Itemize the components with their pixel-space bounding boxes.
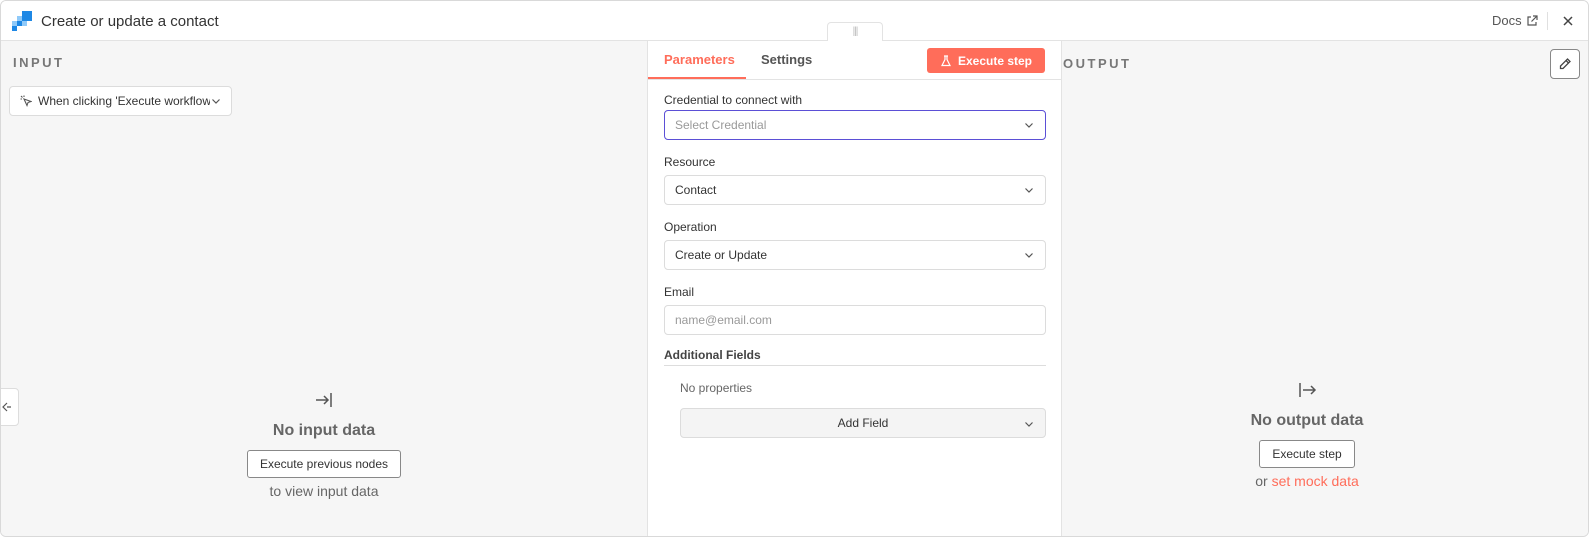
chevron-left-icon — [2, 402, 11, 412]
operation-select[interactable]: Create or Update — [664, 240, 1046, 270]
add-field-dropdown[interactable]: Add Field — [680, 408, 1046, 438]
edit-output-button[interactable] — [1550, 49, 1580, 79]
panel-drag-handle[interactable]: ||| — [827, 22, 883, 41]
set-mock-data-link[interactable]: set mock data — [1272, 473, 1359, 489]
output-empty-state: No output data Execute step or set mock … — [1232, 381, 1382, 489]
app-logo — [12, 11, 32, 31]
operation-label: Operation — [664, 220, 717, 234]
additional-fields-title: Additional Fields — [664, 348, 761, 362]
no-properties-text: No properties — [680, 381, 753, 395]
operation-value: Create or Update — [675, 248, 768, 262]
chevron-down-icon — [1025, 422, 1033, 427]
execute-step-button[interactable]: Execute step — [927, 48, 1045, 73]
resource-value: Contact — [675, 183, 717, 197]
active-tab-indicator — [648, 77, 746, 79]
input-panel-title: INPUT — [13, 55, 65, 70]
output-panel: OUTPUT No output data Execute step or se… — [1062, 41, 1588, 536]
parameters-panel: Parameters Settings Execute step Credent… — [647, 41, 1062, 536]
execute-previous-nodes-button[interactable]: Execute previous nodes — [246, 450, 402, 478]
arrow-from-bar-icon — [1299, 383, 1317, 397]
input-empty-state: No input data Execute previous nodes to … — [239, 391, 409, 499]
credential-label: Credential to connect with — [664, 93, 803, 107]
add-field-label: Add Field — [837, 416, 889, 430]
credential-select[interactable]: Select Credential — [664, 110, 1046, 140]
input-node-select[interactable]: When clicking 'Execute workflow' — [9, 86, 232, 116]
external-link-icon — [1527, 14, 1538, 26]
tabs-bar: Parameters Settings Execute step — [648, 41, 1062, 80]
output-panel-title: OUTPUT — [1063, 56, 1132, 71]
node-details-window: Create or update a contact Docs ||| INPU… — [0, 0, 1589, 537]
credential-placeholder: Select Credential — [675, 118, 767, 132]
execute-step-label: Execute step — [957, 53, 1033, 68]
resource-select[interactable]: Contact — [664, 175, 1046, 205]
email-field[interactable] — [664, 305, 1046, 335]
collapse-panel-toggle[interactable] — [1, 388, 19, 426]
chevron-down-icon — [1025, 123, 1033, 128]
window-title: Create or update a contact — [41, 13, 219, 30]
resource-label: Resource — [664, 155, 716, 169]
title-divider — [1547, 12, 1548, 30]
chevron-down-icon — [1025, 188, 1033, 193]
cursor-click-icon — [20, 95, 32, 107]
chevron-down-icon — [1025, 253, 1033, 258]
tab-parameters[interactable]: Parameters — [664, 52, 735, 67]
close-icon[interactable] — [1559, 12, 1577, 30]
output-execute-step-button[interactable]: Execute step — [1259, 440, 1355, 468]
docs-link[interactable]: Docs — [1492, 13, 1538, 28]
flask-icon — [940, 54, 951, 66]
input-empty-title: No input data — [272, 422, 376, 439]
email-label: Email — [664, 285, 695, 299]
chevron-down-icon — [212, 99, 220, 104]
arrow-to-right-bar-icon — [316, 393, 332, 407]
docs-label: Docs — [1492, 13, 1522, 28]
input-empty-hint: to view input data — [269, 483, 379, 499]
pencil-icon — [1559, 58, 1571, 70]
input-panel: INPUT When clicking 'Execute workflow' N… — [1, 41, 647, 536]
output-empty-hint: or set mock data — [1232, 473, 1382, 489]
tab-settings[interactable]: Settings — [761, 52, 812, 67]
input-node-select-value: When clicking 'Execute workflow' — [38, 94, 210, 108]
output-empty-title: No output data — [1250, 412, 1364, 429]
title-bar: Create or update a contact Docs — [1, 1, 1588, 41]
or-text: or — [1255, 473, 1268, 489]
section-divider — [664, 365, 1046, 366]
